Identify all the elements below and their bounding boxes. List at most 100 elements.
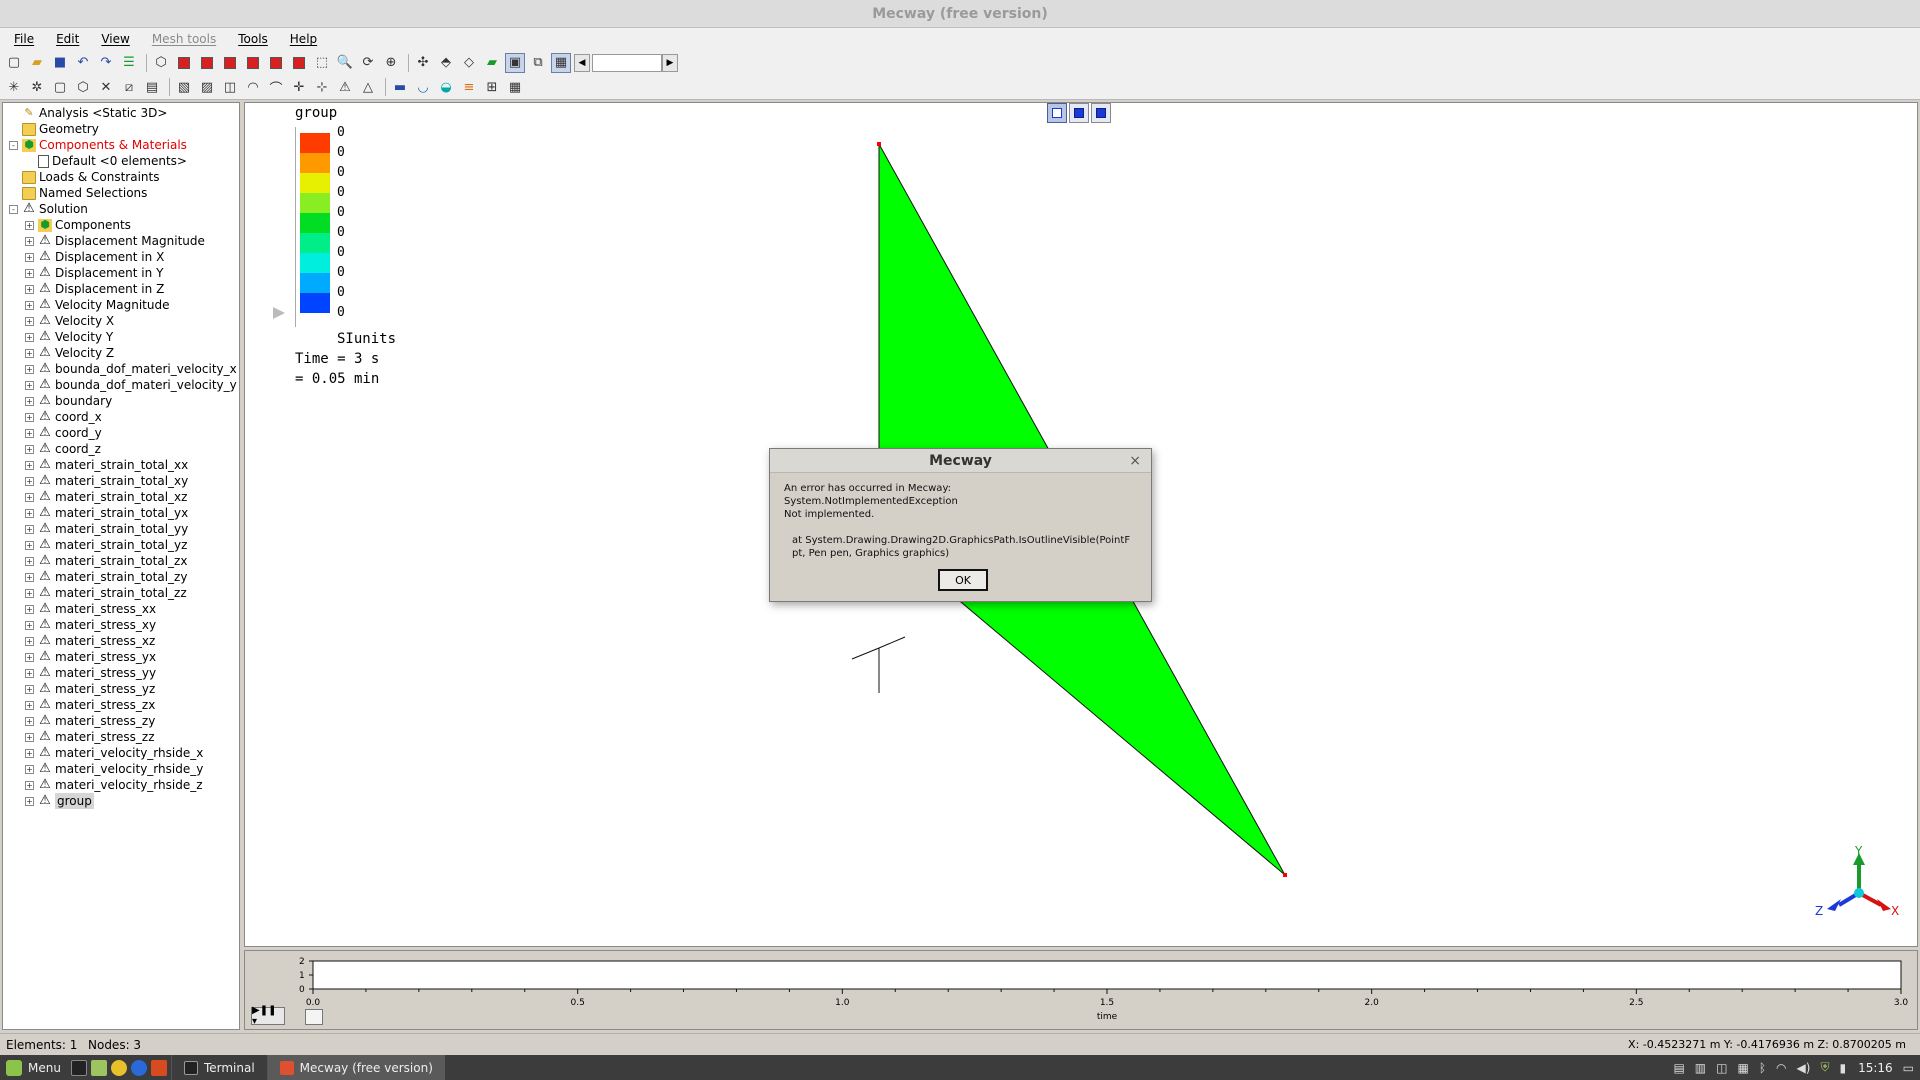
extrude-icon[interactable]: ⧄ [119,77,139,97]
volume-select-icon[interactable]: ⬡ [73,77,93,97]
tree-item[interactable]: Default <0 elements> [3,153,239,169]
collapse-icon[interactable]: - [9,204,18,214]
solve-icon[interactable]: ☰ [119,53,139,73]
menu-view[interactable]: View [101,32,129,46]
menu-tools[interactable]: Tools [238,32,268,46]
zoom-box-icon[interactable]: ⬚ [312,53,332,73]
close-icon[interactable]: × [1129,449,1141,473]
printer-icon[interactable]: ▦ [1737,1061,1748,1075]
expand-icon[interactable]: + [25,460,34,470]
expand-icon[interactable]: + [25,268,34,278]
expand-icon[interactable]: + [25,332,34,342]
ok-button[interactable]: OK [938,569,988,591]
select-mode-icon[interactable]: ⬘ [436,53,456,73]
tree-item[interactable]: + ⚠ materi_stress_xx [3,601,239,617]
chrome-launcher-icon[interactable] [110,1059,127,1076]
expand-icon[interactable]: + [25,524,34,534]
menu-help[interactable]: Help [290,32,317,46]
face-select-icon[interactable]: ▢ [50,77,70,97]
volume-icon[interactable]: ◀) [1797,1061,1811,1075]
tree-item[interactable]: + ⚠ bounda_dof_materi_velocity_x [3,361,239,377]
contour-icon[interactable]: ◒ [436,77,456,97]
legend-icon[interactable]: ≡ [459,77,479,97]
render-mode-icon[interactable]: ✣ [413,53,433,73]
tree-item[interactable]: + ⚠ coord_z [3,441,239,457]
expand-icon[interactable]: + [25,428,34,438]
expand-icon[interactable]: + [25,316,34,326]
tree-item[interactable]: + ⚠ materi_stress_zx [3,697,239,713]
expand-icon[interactable]: + [25,252,34,262]
element-select-icon[interactable]: ✲ [27,77,47,97]
expand-icon[interactable]: + [25,684,34,694]
tree-item[interactable]: + ⚠ materi_strain_total_yx [3,505,239,521]
probe-icon[interactable]: ⊞ [482,77,502,97]
expand-icon[interactable]: + [25,540,34,550]
toolbar-scroll-right-icon[interactable]: ▶ [662,53,678,72]
tree-item[interactable]: + ⚠ materi_stress_yz [3,681,239,697]
tree-item[interactable]: - ⬢ Components & Materials [3,137,239,153]
refine-icon[interactable]: ▤ [142,77,162,97]
tree-item[interactable]: + ⚠ materi_strain_total_xz [3,489,239,505]
time-slider-handle[interactable] [305,1009,323,1025]
expand-icon[interactable]: + [25,796,34,806]
move-icon[interactable]: ✛ [289,77,309,97]
expand-icon[interactable]: + [25,764,34,774]
terminal-launcher-icon[interactable] [70,1059,87,1076]
view-right-icon[interactable] [243,53,263,73]
new-file-icon[interactable]: ▢ [4,53,24,73]
node-marker[interactable] [877,142,881,146]
view-outline-button[interactable] [1047,103,1067,123]
revolve-icon[interactable]: ◫ [220,77,240,97]
shaded-icon[interactable]: ▰ [482,53,502,73]
tree-item[interactable]: + ⚠ Displacement in X [3,249,239,265]
play-pause-button[interactable]: ▶❚❚ ▾ [251,1005,285,1027]
tree-item[interactable]: + ⚠ materi_stress_xy [3,617,239,633]
view-back-icon[interactable] [197,53,217,73]
show-desktop-icon[interactable]: ▭ [1903,1061,1914,1075]
notes-icon[interactable]: ▥ [1695,1061,1706,1075]
legend-slider-handle[interactable] [273,307,285,319]
expand-icon[interactable]: + [25,588,34,598]
tree-item[interactable]: + ⚠ coord_x [3,409,239,425]
view-bottom-icon[interactable] [289,53,309,73]
menu-edit[interactable]: Edit [56,32,79,46]
view-top-icon[interactable] [266,53,286,73]
expand-icon[interactable]: + [25,348,34,358]
warning-tool-icon[interactable]: ⚠ [335,77,355,97]
expand-icon[interactable]: + [25,572,34,582]
expand-icon[interactable]: + [25,716,34,726]
model-tree[interactable]: ✎ Analysis <Static 3D> Geometry - ⬢ Component… [2,102,240,1030]
drive-icon[interactable]: ◫ [1716,1061,1727,1075]
tree-item[interactable]: + ⚠ materi_stress_yx [3,649,239,665]
expand-icon[interactable]: + [25,668,34,678]
tree-item[interactable]: + ⚠ materi_stress_zz [3,729,239,745]
expand-icon[interactable]: + [25,492,34,502]
toolbar-scroll-left-icon[interactable]: ◀ [574,53,590,72]
node-marker[interactable] [1283,873,1287,877]
shield-icon[interactable]: ⛨ [1820,1060,1829,1075]
tree-item[interactable]: + ⚠ Displacement in Y [3,265,239,281]
toolbar-combo[interactable] [592,53,662,72]
tree-item[interactable]: + ⚠ materi_strain_total_yz [3,537,239,553]
tree-item[interactable]: + ⚠ bounda_dof_materi_velocity_y [3,377,239,393]
firefox-launcher-icon[interactable] [130,1059,147,1076]
tree-item[interactable]: Named Selections [3,185,239,201]
wireframe-icon[interactable]: ◇ [459,53,479,73]
clipboard-icon[interactable]: ▤ [1673,1061,1684,1075]
time-plot[interactable]: 2 1 00.0 0.5 1.0 1.5 2.0 2.5 3.0 time [245,951,1917,1029]
expand-icon[interactable]: + [25,732,34,742]
tree-item[interactable]: + ⚠ Displacement Magnitude [3,233,239,249]
zoom-icon[interactable]: 🔍 [335,53,355,73]
tree-item[interactable]: + ⚠ materi_velocity_rhside_x [3,745,239,761]
expand-icon[interactable]: + [25,700,34,710]
view-left-icon[interactable] [220,53,240,73]
plot-curve-icon[interactable]: ◡ [413,77,433,97]
task-mecway[interactable]: Mecway (free version) [266,1055,445,1080]
tree-item[interactable]: + ⚠ boundary [3,393,239,409]
tree-item[interactable]: + ⚠ coord_y [3,425,239,441]
save-icon[interactable]: ■ [50,53,70,73]
battery-icon[interactable]: ▮ [1839,1061,1846,1075]
expand-icon[interactable]: + [25,620,34,630]
transparent-icon[interactable]: ⧉ [528,53,548,73]
tree-item[interactable]: + ⚠ materi_strain_total_xx [3,457,239,473]
